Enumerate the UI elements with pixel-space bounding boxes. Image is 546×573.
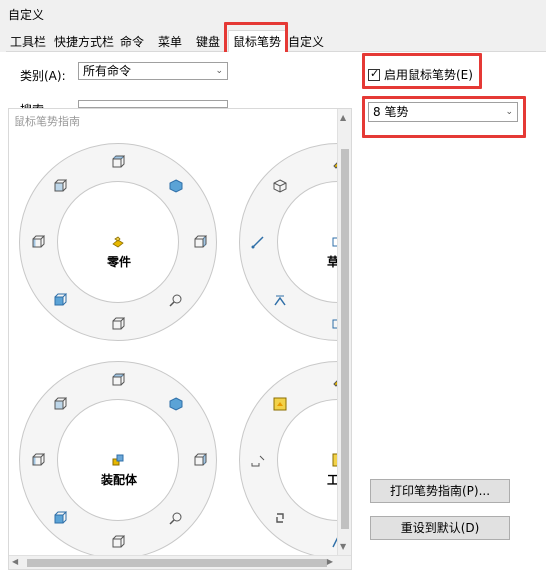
gesture-wheel-sketch: 草 (239, 143, 351, 341)
search-input[interactable] (78, 100, 228, 108)
view-isometric-icon[interactable] (169, 179, 183, 193)
wheel-label-part: 零件 (107, 255, 132, 269)
scroll-down-icon[interactable]: ▼ (340, 542, 346, 551)
guide-horizontal-scrollbar[interactable]: ◀ ▶ (9, 555, 351, 569)
guide-vertical-scrollbar[interactable]: ▲ ▼ (337, 109, 351, 569)
view-left-icon[interactable] (31, 235, 45, 249)
window-title: 自定义 (8, 8, 45, 22)
assembly-icon (112, 454, 124, 466)
category-label: 类别(A): (20, 69, 66, 83)
view-left-icon[interactable] (31, 453, 45, 467)
line-icon[interactable] (251, 235, 265, 249)
view-isometric-icon[interactable] (273, 179, 287, 193)
view-top-icon[interactable] (111, 373, 125, 387)
wheel-label-assembly: 装配体 (101, 473, 138, 487)
view-bottom-icon[interactable] (111, 535, 125, 549)
view-normal-to-icon[interactable] (53, 293, 67, 307)
view-isometric-icon[interactable] (169, 397, 183, 411)
view-normal-to-icon[interactable] (53, 511, 67, 525)
view-top-icon[interactable] (111, 155, 125, 169)
tab-keyboard[interactable]: 键盘 (194, 34, 222, 52)
scroll-thumb[interactable] (27, 559, 327, 567)
highlight-checkbox-box (362, 53, 482, 89)
part-icon (112, 236, 124, 248)
scroll-thumb[interactable] (341, 149, 349, 529)
gesture-wheel-assembly: 装配体 (19, 361, 217, 559)
search-label: 搜索 (20, 101, 44, 108)
reset-default-button[interactable]: 重设到默认(D) (370, 516, 510, 540)
scroll-left-icon[interactable]: ◀ (12, 557, 18, 566)
zoom-to-fit-icon[interactable] (169, 511, 183, 525)
tab-commands[interactable]: 命令 (118, 34, 146, 52)
view-right-icon[interactable] (193, 453, 207, 467)
gesture-guide-panel: 鼠标笔势指南 零件 草 装配体 工 ▲ ▼ ◀ ▶ (8, 108, 352, 570)
print-guide-button[interactable]: 打印笔势指南(P)... (370, 479, 510, 503)
gesture-wheel-drawing: 工 (239, 361, 351, 559)
highlight-select-box (362, 96, 526, 138)
rotate-view-icon[interactable] (273, 511, 287, 525)
view-right-icon[interactable] (193, 235, 207, 249)
gesture-wheel-part: 零件 (19, 143, 217, 341)
category-select[interactable]: 所有命令 ⌄ (78, 62, 228, 80)
scroll-right-icon[interactable]: ▶ (327, 557, 333, 566)
projected-view-icon[interactable] (251, 453, 265, 467)
model-view-icon[interactable] (273, 397, 287, 411)
zoom-to-fit-icon[interactable] (169, 293, 183, 307)
gesture-guide-title: 鼠标笔势指南 (14, 113, 80, 129)
chevron-down-icon: ⌄ (215, 66, 223, 76)
category-value: 所有命令 (83, 64, 132, 78)
smart-dimension-icon[interactable] (273, 293, 287, 307)
view-front-icon[interactable] (53, 179, 67, 193)
view-bottom-icon[interactable] (111, 317, 125, 331)
tab-menus[interactable]: 菜单 (156, 34, 184, 52)
view-front-icon[interactable] (53, 397, 67, 411)
scroll-up-icon[interactable]: ▲ (340, 113, 346, 122)
tab-toolbars[interactable]: 工具栏 (8, 34, 48, 52)
tab-shortcut-bars[interactable]: 快捷方式栏 (52, 34, 116, 52)
tab-customization[interactable]: 自定义 (286, 34, 326, 52)
